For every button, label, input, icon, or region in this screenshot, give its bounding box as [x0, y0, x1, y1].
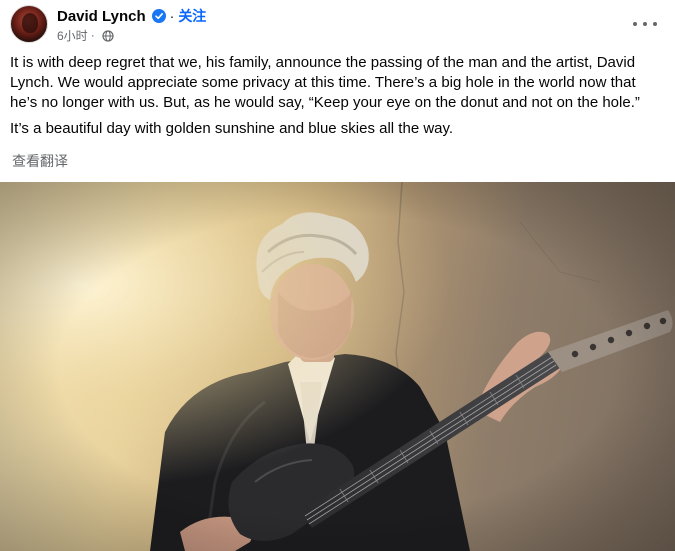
meta-separator: · — [90, 28, 95, 42]
separator-dot: · — [169, 8, 175, 24]
author-row: David Lynch · 关注 — [57, 6, 206, 26]
post-photo[interactable] — [0, 182, 675, 551]
more-dot — [633, 22, 637, 26]
follow-button[interactable]: 关注 — [178, 6, 206, 26]
post-paragraph: It’s a beautiful day with golden sunshin… — [10, 120, 454, 137]
post-header: David Lynch · 关注 6小时 · — [0, 0, 675, 50]
author-name[interactable]: David Lynch — [57, 8, 146, 25]
post-body: It is with deep regret that we, his fami… — [10, 53, 660, 139]
more-dot — [643, 22, 647, 26]
photo-artwork — [0, 182, 675, 551]
more-options-icon[interactable] — [633, 14, 657, 34]
avatar[interactable] — [10, 5, 48, 43]
avatar-portrait — [22, 13, 38, 33]
post-meta: 6小时 · — [57, 27, 114, 43]
post-timestamp[interactable]: 6小时 — [57, 27, 88, 44]
globe-icon — [102, 29, 114, 42]
verified-badge-icon — [151, 9, 166, 23]
post-paragraph: It is with deep regret that we, his fami… — [10, 54, 640, 111]
see-translation-link[interactable]: 查看翻译 — [12, 151, 68, 171]
more-dot — [653, 22, 657, 26]
